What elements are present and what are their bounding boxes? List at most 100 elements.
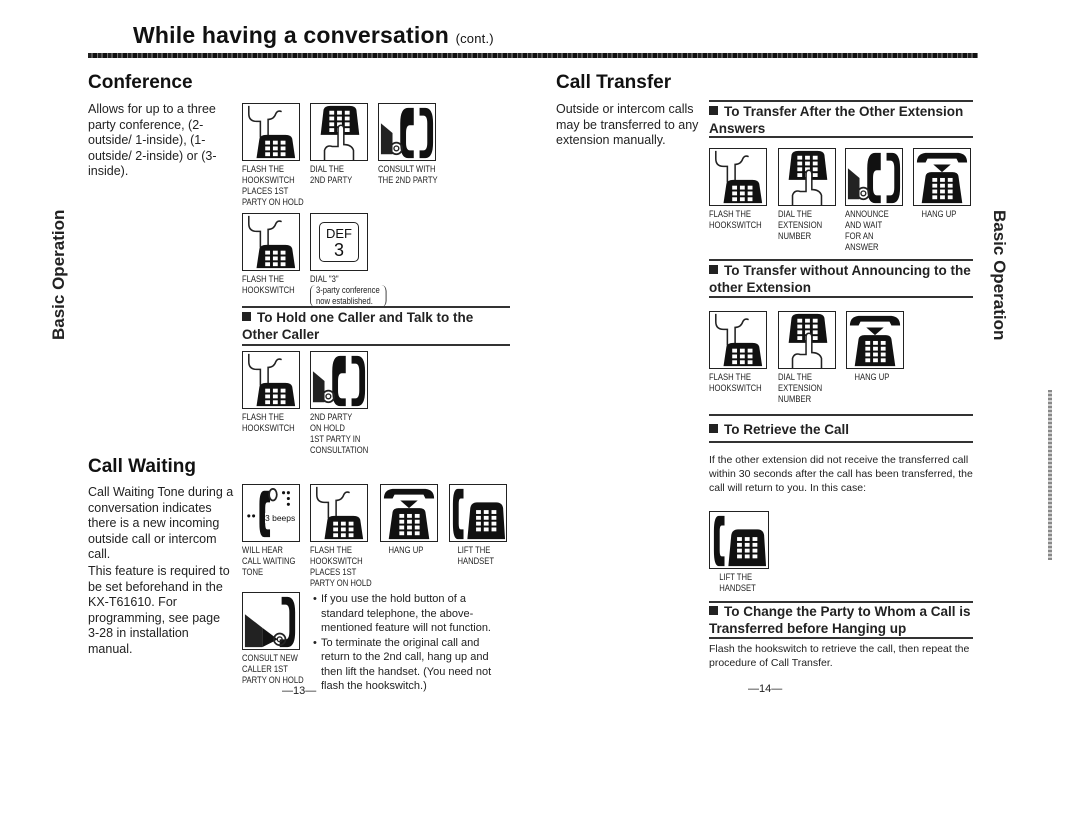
note-item: To terminate the original call and retur… (313, 636, 503, 694)
step-caption: HANG UP (921, 209, 957, 219)
consult-new-caller-icon (242, 592, 300, 650)
step-caption: FLASH THE HOOKSWITCH PLACES 1ST PARTY ON… (310, 545, 372, 588)
page-number-left: —13— (282, 685, 317, 697)
section-divider (709, 637, 973, 639)
consult-handset-icon (378, 103, 436, 161)
hang-up-icon (846, 311, 904, 369)
section-divider (242, 344, 510, 346)
conference-title: Conference (88, 72, 193, 93)
step-caption: FLASH THE HOOKSWITCH (709, 372, 762, 393)
conference-step-4: FLASH THE HOOKSWITCH (242, 213, 304, 296)
call-waiting-step-2: FLASH THE HOOKSWITCH PLACES 1ST PARTY ON… (310, 484, 383, 589)
hold-step-1: FLASH THE HOOKSWITCH (242, 351, 304, 434)
step-caption: DIAL THE EXTENSION NUMBER (778, 209, 823, 241)
call-transfer-title: Call Transfer (556, 72, 672, 93)
conference-step-2: DIAL THE 2ND PARTY (310, 103, 368, 186)
page-number-right: —14— (748, 683, 783, 695)
step-caption: DIAL "3" (310, 274, 339, 284)
bullet-square-icon (709, 424, 718, 433)
transfer-without-step-1: FLASH THE HOOKSWITCH (709, 311, 771, 394)
section-divider (709, 136, 973, 138)
call-waiting-step-4: LIFT THE HANDSET (449, 484, 507, 567)
step-caption: HANG UP (388, 545, 424, 555)
flash-hookswitch-icon (242, 351, 300, 409)
hold-caller-heading-text: To Hold one Caller and Talk to the Other… (242, 310, 474, 342)
side-tab-left: Basic Operation (49, 209, 68, 340)
conference-description: Allows for up to a three party conferenc… (88, 102, 217, 178)
transfer-after-step-2: DIAL THE EXTENSION NUMBER (778, 148, 836, 242)
consult-handset-icon (310, 351, 368, 409)
change-party-heading: To Change the Party to Whom a Call is Tr… (709, 603, 979, 637)
step-caption: WILL HEAR CALL WAITING TONE (242, 545, 296, 577)
flash-hookswitch-icon (709, 311, 767, 369)
consult-handset-icon (845, 148, 903, 206)
conference-step-5: DEF 3 DIAL "3" 3-party conference now es… (310, 213, 400, 307)
step-caption: HANG UP (854, 372, 890, 382)
section-divider (709, 296, 973, 298)
transfer-without-announcing-heading-text: To Transfer without Announcing to the ot… (709, 263, 971, 295)
flash-hookswitch-icon (242, 213, 300, 271)
section-divider (709, 414, 973, 416)
step-caption: 2ND PARTY ON HOLD 1ST PARTY IN CONSULTAT… (310, 412, 369, 455)
call-waiting-step-3: HANG UP (380, 484, 438, 556)
step-caption: FLASH THE HOOKSWITCH PLACES 1ST PARTY ON… (242, 164, 304, 207)
retrieve-call-heading: To Retrieve the Call (709, 421, 975, 438)
call-waiting-description-1: Call Waiting Tone during a conversation … (88, 485, 234, 561)
lift-handset-icon (709, 511, 769, 569)
step-caption: FLASH THE HOOKSWITCH (242, 412, 295, 433)
bullet-square-icon (242, 312, 251, 321)
flash-hookswitch-icon (709, 148, 767, 206)
hang-up-icon (380, 484, 438, 542)
beeps-label: 3 beeps (265, 513, 296, 523)
step-caption: LIFT THE HANDSET (719, 572, 756, 593)
bullet-square-icon (709, 106, 718, 115)
retrieve-call-heading-text: To Retrieve the Call (724, 422, 850, 437)
section-divider (709, 100, 973, 102)
retrieve-step: LIFT THE HANDSET (709, 511, 769, 594)
transfer-after-step-1: FLASH THE HOOKSWITCH (709, 148, 771, 231)
call-waiting-notes: If you use the hold button of a standard… (313, 592, 503, 694)
key-letters: DEF (326, 226, 352, 241)
hold-caller-heading: To Hold one Caller and Talk to the Other… (242, 309, 510, 343)
call-waiting-consult-step: CONSULT NEW CALLER 1ST PARTY ON HOLD (242, 592, 315, 686)
call-waiting-title: Call Waiting (88, 456, 197, 477)
hold-step-2: 2ND PARTY ON HOLD 1ST PARTY IN CONSULTAT… (310, 351, 379, 456)
call-waiting-tone-icon: 3 beeps (242, 484, 300, 542)
transfer-after-step-4: HANG UP (913, 148, 971, 220)
step-caption: DIAL THE EXTENSION NUMBER (778, 372, 823, 404)
dial-keypad-icon (778, 148, 836, 206)
step-caption: CONSULT NEW CALLER 1ST PARTY ON HOLD (242, 653, 304, 685)
title-divider (88, 53, 978, 58)
step-caption: DIAL THE 2ND PARTY (310, 164, 353, 185)
transfer-without-step-3: HANG UP (846, 311, 904, 383)
flash-hookswitch-icon (310, 484, 368, 542)
change-party-heading-text: To Change the Party to Whom a Call is Tr… (709, 604, 971, 636)
call-waiting-description-2: This feature is required to be set befor… (88, 564, 230, 656)
step-caption: FLASH THE HOOKSWITCH (242, 274, 295, 295)
lift-handset-icon (449, 484, 507, 542)
transfer-without-announcing-heading: To Transfer without Announcing to the ot… (709, 262, 975, 296)
bullet-square-icon (709, 265, 718, 274)
section-divider (709, 441, 973, 443)
page-title-text: While having a conversation (133, 22, 449, 48)
page-title-suffix: (cont.) (455, 31, 494, 46)
section-divider (242, 306, 510, 308)
step-note: 3-party conference now established. (310, 285, 387, 307)
key-digit: 3 (333, 240, 344, 260)
transfer-after-step-3: ANNOUNCE AND WAIT FOR AN ANSWER (845, 148, 903, 253)
conference-step-3: CONSULT WITH THE 2ND PARTY (378, 103, 448, 186)
transfer-after-answer-heading: To Transfer After the Other Extension An… (709, 103, 975, 137)
conference-step-1: FLASH THE HOOKSWITCH PLACES 1ST PARTY ON… (242, 103, 315, 208)
page-edge-strip (1048, 390, 1052, 560)
hang-up-icon (913, 148, 971, 206)
dial-keypad-icon (310, 103, 368, 161)
section-divider (709, 259, 973, 261)
page-title: While having a conversation (cont.) (133, 22, 494, 49)
flash-hookswitch-icon (242, 103, 300, 161)
bullet-square-icon (709, 606, 718, 615)
change-party-text: Flash the hookswitch to retrieve the cal… (709, 643, 970, 669)
side-tab-right: Basic Operation (990, 210, 1009, 341)
note-item: If you use the hold button of a standard… (313, 592, 503, 636)
call-transfer-description: Outside or intercom calls may be transfe… (556, 102, 699, 147)
transfer-after-answer-heading-text: To Transfer After the Other Extension An… (709, 104, 964, 136)
